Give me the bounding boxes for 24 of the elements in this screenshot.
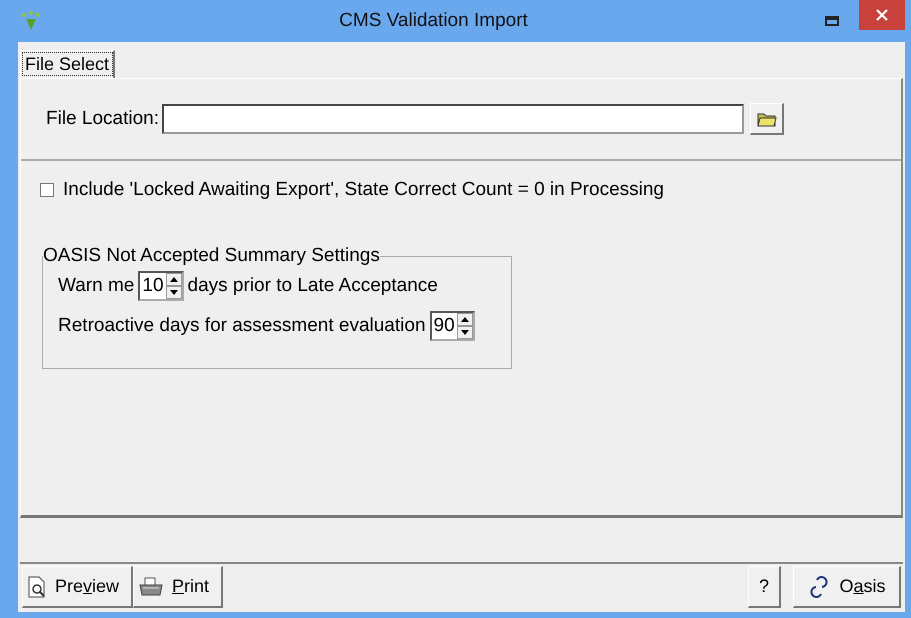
tab[interactable]: File Select [20,50,116,78]
maximize-button[interactable] [825,16,839,26]
page-magnifier-icon [27,576,47,598]
sprout-icon [20,10,42,32]
close-icon [875,8,889,22]
number-spinner[interactable]: 90 [430,311,475,341]
window-title: CMS Validation Import [338,10,529,32]
file-location-field[interactable] [162,104,744,134]
print-button[interactable]: Print [133,566,224,608]
field-label: File Location: [46,108,160,130]
checkbox[interactable] [40,183,54,197]
oasis-button[interactable]: Oasis [793,566,901,608]
field-label: Retroactive days for assessment evaluation [58,315,426,337]
field-label: Warn me [58,275,134,297]
printer-icon [138,576,164,596]
checkbox-label: Include 'Locked Awaiting Export', State Correct Count = 0 in Processing [63,179,664,201]
number-spinner[interactable]: 10 [138,271,184,301]
preview-button[interactable]: Preview [22,566,134,608]
browse-button[interactable] [750,103,784,135]
help-button[interactable]: ? [748,566,781,608]
folder-icon [756,110,777,126]
group-title: OASIS Not Accepted Summary Settings [43,245,380,267]
field-label: days prior to Late Acceptance [188,275,438,297]
close-button[interactable] [859,0,905,30]
